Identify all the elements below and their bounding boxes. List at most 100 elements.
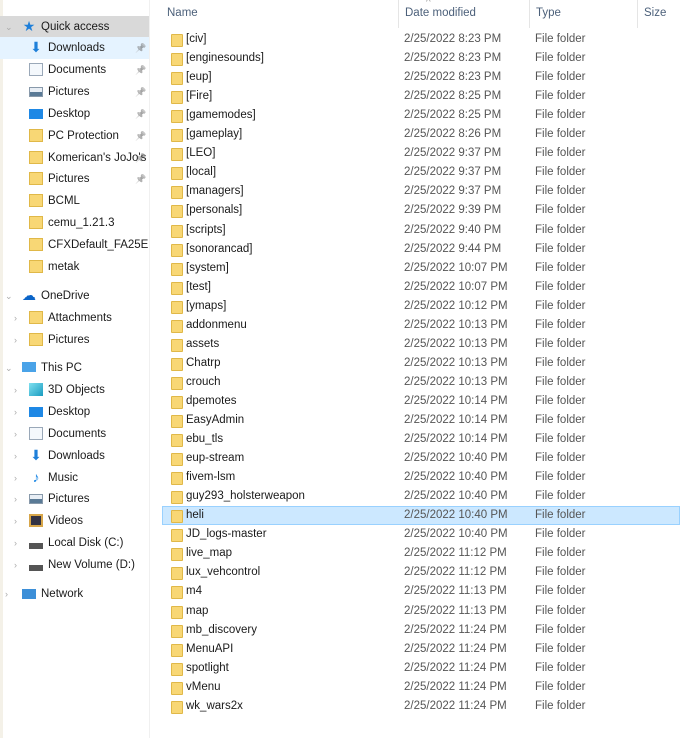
file-row[interactable]: [enginesounds] 2/25/2022 8:23 PM File fo… (162, 49, 680, 68)
folder-icon (171, 281, 183, 295)
chevron-down-icon[interactable]: ⌄ (5, 22, 13, 33)
file-row[interactable]: [LEO] 2/25/2022 9:37 PM File folder (162, 144, 680, 163)
pin-icon: 📌 (135, 108, 147, 119)
3d-objects-icon (29, 383, 43, 396)
nav-quick-item[interactable]: PC Protection 📌 (0, 125, 149, 147)
file-row[interactable]: assets 2/25/2022 10:13 PM File folder (162, 335, 680, 354)
nav-quick-item[interactable]: Pictures 📌 (0, 81, 149, 103)
nav-quick-item[interactable]: Desktop 📌 (0, 103, 149, 125)
column-type[interactable]: Type (536, 7, 561, 19)
file-row[interactable]: MenuAPI 2/25/2022 11:24 PM File folder (162, 640, 680, 659)
nav-pc-item[interactable]: › Pictures (0, 488, 149, 510)
folder-icon (171, 453, 183, 467)
file-type: File folder (535, 261, 586, 274)
file-row[interactable]: [eup] 2/25/2022 8:23 PM File folder (162, 68, 680, 87)
column-name[interactable]: Name (167, 7, 198, 19)
column-date-modified[interactable]: Date modified (405, 7, 476, 19)
nav-onedrive-item[interactable]: › Attachments (0, 307, 149, 329)
chevron-right-icon[interactable]: › (14, 451, 22, 461)
column-divider[interactable] (637, 0, 638, 28)
chevron-right-icon[interactable]: › (5, 589, 13, 599)
chevron-right-icon[interactable]: › (14, 429, 22, 439)
file-row[interactable]: heli 2/25/2022 10:40 PM File folder (162, 506, 680, 526)
chevron-down-icon[interactable]: ⌄ (5, 291, 13, 302)
chevron-down-icon[interactable]: ⌄ (5, 363, 13, 374)
nav-pc-item[interactable]: › Videos (0, 510, 149, 532)
file-name: ebu_tls (186, 433, 224, 446)
file-row[interactable]: [local] 2/25/2022 9:37 PM File folder (162, 163, 680, 182)
folder-icon (171, 472, 183, 486)
chevron-right-icon[interactable]: › (14, 407, 22, 417)
nav-pc-item[interactable]: › Desktop (0, 401, 149, 423)
file-type: File folder (535, 433, 586, 446)
nav-pc-item[interactable]: › 3D Objects (0, 379, 149, 401)
file-row[interactable]: [system] 2/25/2022 10:07 PM File folder (162, 259, 680, 278)
chevron-right-icon[interactable]: › (14, 313, 22, 323)
file-row[interactable]: EasyAdmin 2/25/2022 10:14 PM File folder (162, 411, 680, 430)
column-divider[interactable] (529, 0, 530, 28)
file-name: heli (186, 509, 204, 522)
file-row[interactable]: Chatrp 2/25/2022 10:13 PM File folder (162, 354, 680, 373)
file-row[interactable]: [gameplay] 2/25/2022 8:26 PM File folder (162, 125, 680, 144)
nav-network[interactable]: › Network (0, 583, 149, 605)
column-size[interactable]: Size (644, 7, 666, 19)
file-row[interactable]: [sonorancad] 2/25/2022 9:44 PM File fold… (162, 240, 680, 259)
nav-onedrive[interactable]: ⌄ ☁ OneDrive (0, 285, 149, 307)
file-row[interactable]: map 2/25/2022 11:13 PM File folder (162, 602, 680, 621)
file-row[interactable]: spotlight 2/25/2022 11:24 PM File folder (162, 659, 680, 678)
nav-onedrive-item[interactable]: › Pictures (0, 329, 149, 351)
chevron-right-icon[interactable]: › (14, 516, 22, 526)
file-row[interactable]: dpemotes 2/25/2022 10:14 PM File folder (162, 392, 680, 411)
file-type: File folder (535, 585, 586, 598)
file-row[interactable]: JD_logs-master 2/25/2022 10:40 PM File f… (162, 525, 680, 544)
file-row[interactable]: vMenu 2/25/2022 11:24 PM File folder (162, 678, 680, 697)
nav-quick-item[interactable]: metak (0, 256, 149, 278)
nav-pc-item[interactable]: › ♪ Music (0, 467, 149, 489)
column-divider[interactable] (398, 0, 399, 28)
file-date: 2/25/2022 10:14 PM (404, 414, 508, 426)
nav-quick-item[interactable]: Pictures 📌 (0, 168, 149, 190)
nav-quick-item[interactable]: ⬇ Downloads 📌 (0, 37, 149, 59)
chevron-right-icon[interactable]: › (14, 473, 22, 483)
file-row[interactable]: guy293_holsterweapon 2/25/2022 10:40 PM … (162, 487, 680, 506)
file-row[interactable]: wk_wars2x 2/25/2022 11:24 PM File folder (162, 697, 680, 716)
nav-pc-item[interactable]: › Documents (0, 423, 149, 445)
file-row[interactable]: lux_vehcontrol 2/25/2022 11:12 PM File f… (162, 563, 680, 582)
file-row[interactable]: [personals] 2/25/2022 9:39 PM File folde… (162, 201, 680, 220)
nav-quick-item[interactable]: Documents 📌 (0, 59, 149, 81)
nav-quick-item[interactable]: CFXDefault_FA25ED.b (0, 234, 149, 256)
file-row[interactable]: crouch 2/25/2022 10:13 PM File folder (162, 373, 680, 392)
folder-icon (171, 338, 183, 352)
file-row[interactable]: [managers] 2/25/2022 9:37 PM File folder (162, 182, 680, 201)
nav-quick-item[interactable]: Komerican's JoJo's 📌 (0, 147, 149, 169)
file-row[interactable]: [civ] 2/25/2022 8:23 PM File folder (162, 30, 680, 49)
nav-label: OneDrive (41, 290, 90, 302)
file-row[interactable]: [test] 2/25/2022 10:07 PM File folder (162, 278, 680, 297)
nav-quick-access[interactable]: ⌄ ★ Quick access (0, 16, 149, 38)
file-row[interactable]: eup-stream 2/25/2022 10:40 PM File folde… (162, 449, 680, 468)
chevron-right-icon[interactable]: › (14, 494, 22, 504)
file-row[interactable]: ebu_tls 2/25/2022 10:14 PM File folder (162, 430, 680, 449)
nav-quick-item[interactable]: cemu_1.21.3 (0, 212, 149, 234)
file-row[interactable]: [gamemodes] 2/25/2022 8:25 PM File folde… (162, 106, 680, 125)
nav-pc-item[interactable]: › Local Disk (C:) (0, 532, 149, 554)
folder-icon (29, 151, 43, 164)
file-row[interactable]: fivem-lsm 2/25/2022 10:40 PM File folder (162, 468, 680, 487)
chevron-right-icon[interactable]: › (14, 538, 22, 548)
chevron-right-icon[interactable]: › (14, 560, 22, 570)
nav-this-pc[interactable]: ⌄ This PC (0, 357, 149, 379)
nav-pc-item[interactable]: › ⬇ Downloads (0, 445, 149, 467)
folder-icon (171, 415, 183, 428)
chevron-right-icon[interactable]: › (14, 385, 22, 395)
file-row[interactable]: addonmenu 2/25/2022 10:13 PM File folder (162, 316, 680, 335)
file-row[interactable]: m4 2/25/2022 11:13 PM File folder (162, 582, 680, 601)
nav-quick-item[interactable]: BCML (0, 190, 149, 212)
file-row[interactable]: [scripts] 2/25/2022 9:40 PM File folder (162, 221, 680, 240)
file-name: fivem-lsm (186, 471, 236, 484)
file-row[interactable]: mb_discovery 2/25/2022 11:24 PM File fol… (162, 621, 680, 640)
file-row[interactable]: live_map 2/25/2022 11:12 PM File folder (162, 544, 680, 563)
file-row[interactable]: [ymaps] 2/25/2022 10:12 PM File folder (162, 297, 680, 316)
file-row[interactable]: [Fire] 2/25/2022 8:25 PM File folder (162, 87, 680, 106)
chevron-right-icon[interactable]: › (14, 335, 22, 345)
nav-pc-item[interactable]: › New Volume (D:) (0, 554, 149, 576)
